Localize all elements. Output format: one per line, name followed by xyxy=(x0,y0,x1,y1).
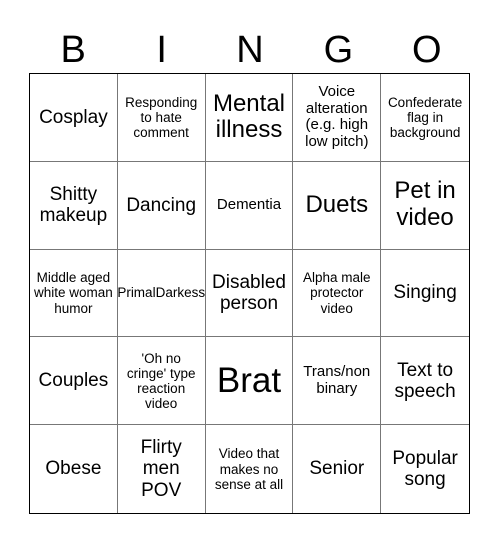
bingo-cell[interactable]: PrimalDarkess xyxy=(117,249,206,338)
header-letter-i: I xyxy=(156,29,167,71)
bingo-cell[interactable]: Alpha male protector video xyxy=(293,249,382,338)
header-letter-n: N xyxy=(236,29,264,71)
bingo-grid: Cosplay Responding to hate comment Mental … xyxy=(29,73,470,514)
bingo-cell[interactable]: Confederate flag in background xyxy=(381,74,469,162)
bingo-cell[interactable]: Brat xyxy=(205,337,294,426)
header-letter-g: G xyxy=(323,29,354,71)
bingo-cell[interactable]: Text to speech xyxy=(381,337,469,426)
bingo-cell[interactable]: 'Oh no cringe' type reaction video xyxy=(117,337,206,426)
bingo-cell[interactable]: Obese xyxy=(30,425,118,513)
bingo-cell[interactable]: Dementia xyxy=(205,161,294,250)
bingo-cell[interactable]: Popular song xyxy=(381,425,469,513)
bingo-cell[interactable]: Mental illness xyxy=(205,74,294,162)
bingo-cell[interactable]: Middle aged white woman humor xyxy=(30,249,118,338)
bingo-cell[interactable]: Voice alteration (e.g. high low pitch) xyxy=(293,74,382,162)
bingo-cell[interactable]: Disabled person xyxy=(205,249,294,338)
bingo-cell[interactable]: Video that makes no sense at all xyxy=(206,425,294,513)
bingo-cell[interactable]: Dancing xyxy=(117,161,206,250)
bingo-cell[interactable]: Pet in video xyxy=(381,162,469,250)
header-letter-o: O xyxy=(412,29,442,71)
bingo-cell[interactable]: Trans/non binary xyxy=(293,337,382,426)
bingo-cell[interactable]: Flirty men POV xyxy=(118,425,206,513)
bingo-cell[interactable]: Cosplay xyxy=(30,74,118,162)
bingo-cell[interactable]: Responding to hate comment xyxy=(117,74,206,162)
bingo-header: B I N G O xyxy=(29,28,471,73)
bingo-cell[interactable]: Couples xyxy=(30,337,118,426)
bingo-cell[interactable]: Shitty makeup xyxy=(30,161,118,250)
bingo-cell[interactable]: Duets xyxy=(293,161,382,250)
header-letter-b: B xyxy=(60,29,86,71)
bingo-cell[interactable]: Singing xyxy=(381,250,469,338)
bingo-cell[interactable]: Senior xyxy=(293,425,382,513)
